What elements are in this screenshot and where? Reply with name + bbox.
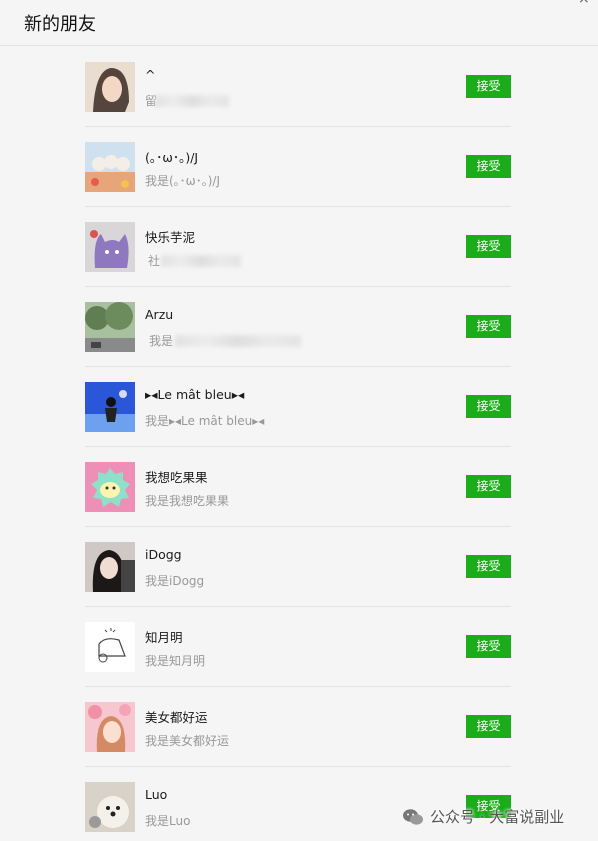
request-message: 我是Luo: [145, 814, 191, 828]
request-name: 美女都好运: [145, 710, 208, 725]
request-name: ▸◂Le mât bleu▸◂: [145, 387, 245, 402]
accept-button[interactable]: 接受: [466, 475, 511, 498]
avatar[interactable]: [85, 542, 135, 592]
wechat-icon: [403, 808, 423, 825]
avatar[interactable]: [85, 782, 135, 832]
list-item[interactable]: 快乐芋泥 社 接受: [85, 207, 511, 287]
list-item[interactable]: ▸◂Le mât bleu▸◂ 我是▸◂Le mât bleu▸◂ 接受: [85, 367, 511, 447]
list-item[interactable]: ^ 留 接受: [85, 47, 511, 127]
avatar[interactable]: [85, 142, 135, 192]
accept-button[interactable]: 接受: [466, 555, 511, 578]
request-name: Arzu: [145, 307, 174, 322]
request-name: 我想吃果果: [145, 470, 208, 485]
list-item[interactable]: 美女都好运 我是美女都好运 接受: [85, 687, 511, 767]
avatar[interactable]: [85, 382, 135, 432]
request-message: 我是我想吃果果: [145, 494, 230, 508]
request-name: (｡･ω･｡)/J: [145, 150, 199, 165]
watermark-text: 公众号 · 大富说副业: [430, 808, 565, 826]
page-title: 新的朋友: [24, 14, 96, 35]
list-item[interactable]: iDogg 我是iDogg 接受: [85, 527, 511, 607]
title-bar: 新的朋友 ×: [0, 0, 598, 46]
redacted-text: [175, 335, 301, 347]
accept-button[interactable]: 接受: [466, 75, 511, 98]
request-name: Luo: [145, 787, 168, 802]
list-item[interactable]: Luo 我是Luo 接受: [85, 767, 511, 841]
request-name: 知月明: [145, 630, 183, 645]
friend-request-list: ^ 留 接受 (｡･ω･｡)/J 我是(｡･ω･｡)/J 接受 快乐芋泥 社 接…: [85, 47, 511, 841]
accept-button[interactable]: 接受: [466, 235, 511, 258]
request-name: 快乐芋泥: [145, 230, 196, 245]
list-item[interactable]: 知月明 我是知月明 接受: [85, 607, 511, 687]
redacted-text: [155, 95, 229, 107]
list-item[interactable]: 我想吃果果 我是我想吃果果 接受: [85, 447, 511, 527]
avatar[interactable]: [85, 302, 135, 352]
request-message: 我是▸◂Le mât bleu▸◂: [145, 414, 265, 428]
request-name: ^: [145, 67, 156, 82]
close-icon[interactable]: ×: [578, 0, 590, 7]
request-message: 我是(｡･ω･｡)/J: [145, 174, 220, 188]
accept-button[interactable]: 接受: [466, 155, 511, 178]
accept-button[interactable]: 接受: [466, 315, 511, 338]
avatar[interactable]: [85, 62, 135, 112]
accept-button[interactable]: 接受: [466, 715, 511, 738]
request-message: 我是美女都好运: [145, 734, 230, 748]
request-message: 社: [148, 254, 161, 268]
watermark: 公众号 · 大富说副业: [402, 806, 564, 827]
redacted-text: [161, 255, 241, 267]
request-message: 我是iDogg: [145, 574, 205, 588]
request-message: 我是知月明: [145, 654, 206, 668]
avatar[interactable]: [85, 622, 135, 672]
accept-button[interactable]: 接受: [466, 395, 511, 418]
request-message: 我是: [149, 334, 174, 348]
request-name: iDogg: [145, 547, 182, 562]
list-item[interactable]: (｡･ω･｡)/J 我是(｡･ω･｡)/J 接受: [85, 127, 511, 207]
avatar[interactable]: [85, 462, 135, 512]
accept-button[interactable]: 接受: [466, 635, 511, 658]
list-item[interactable]: Arzu 我是 接受: [85, 287, 511, 367]
avatar[interactable]: [85, 702, 135, 752]
avatar[interactable]: [85, 222, 135, 272]
